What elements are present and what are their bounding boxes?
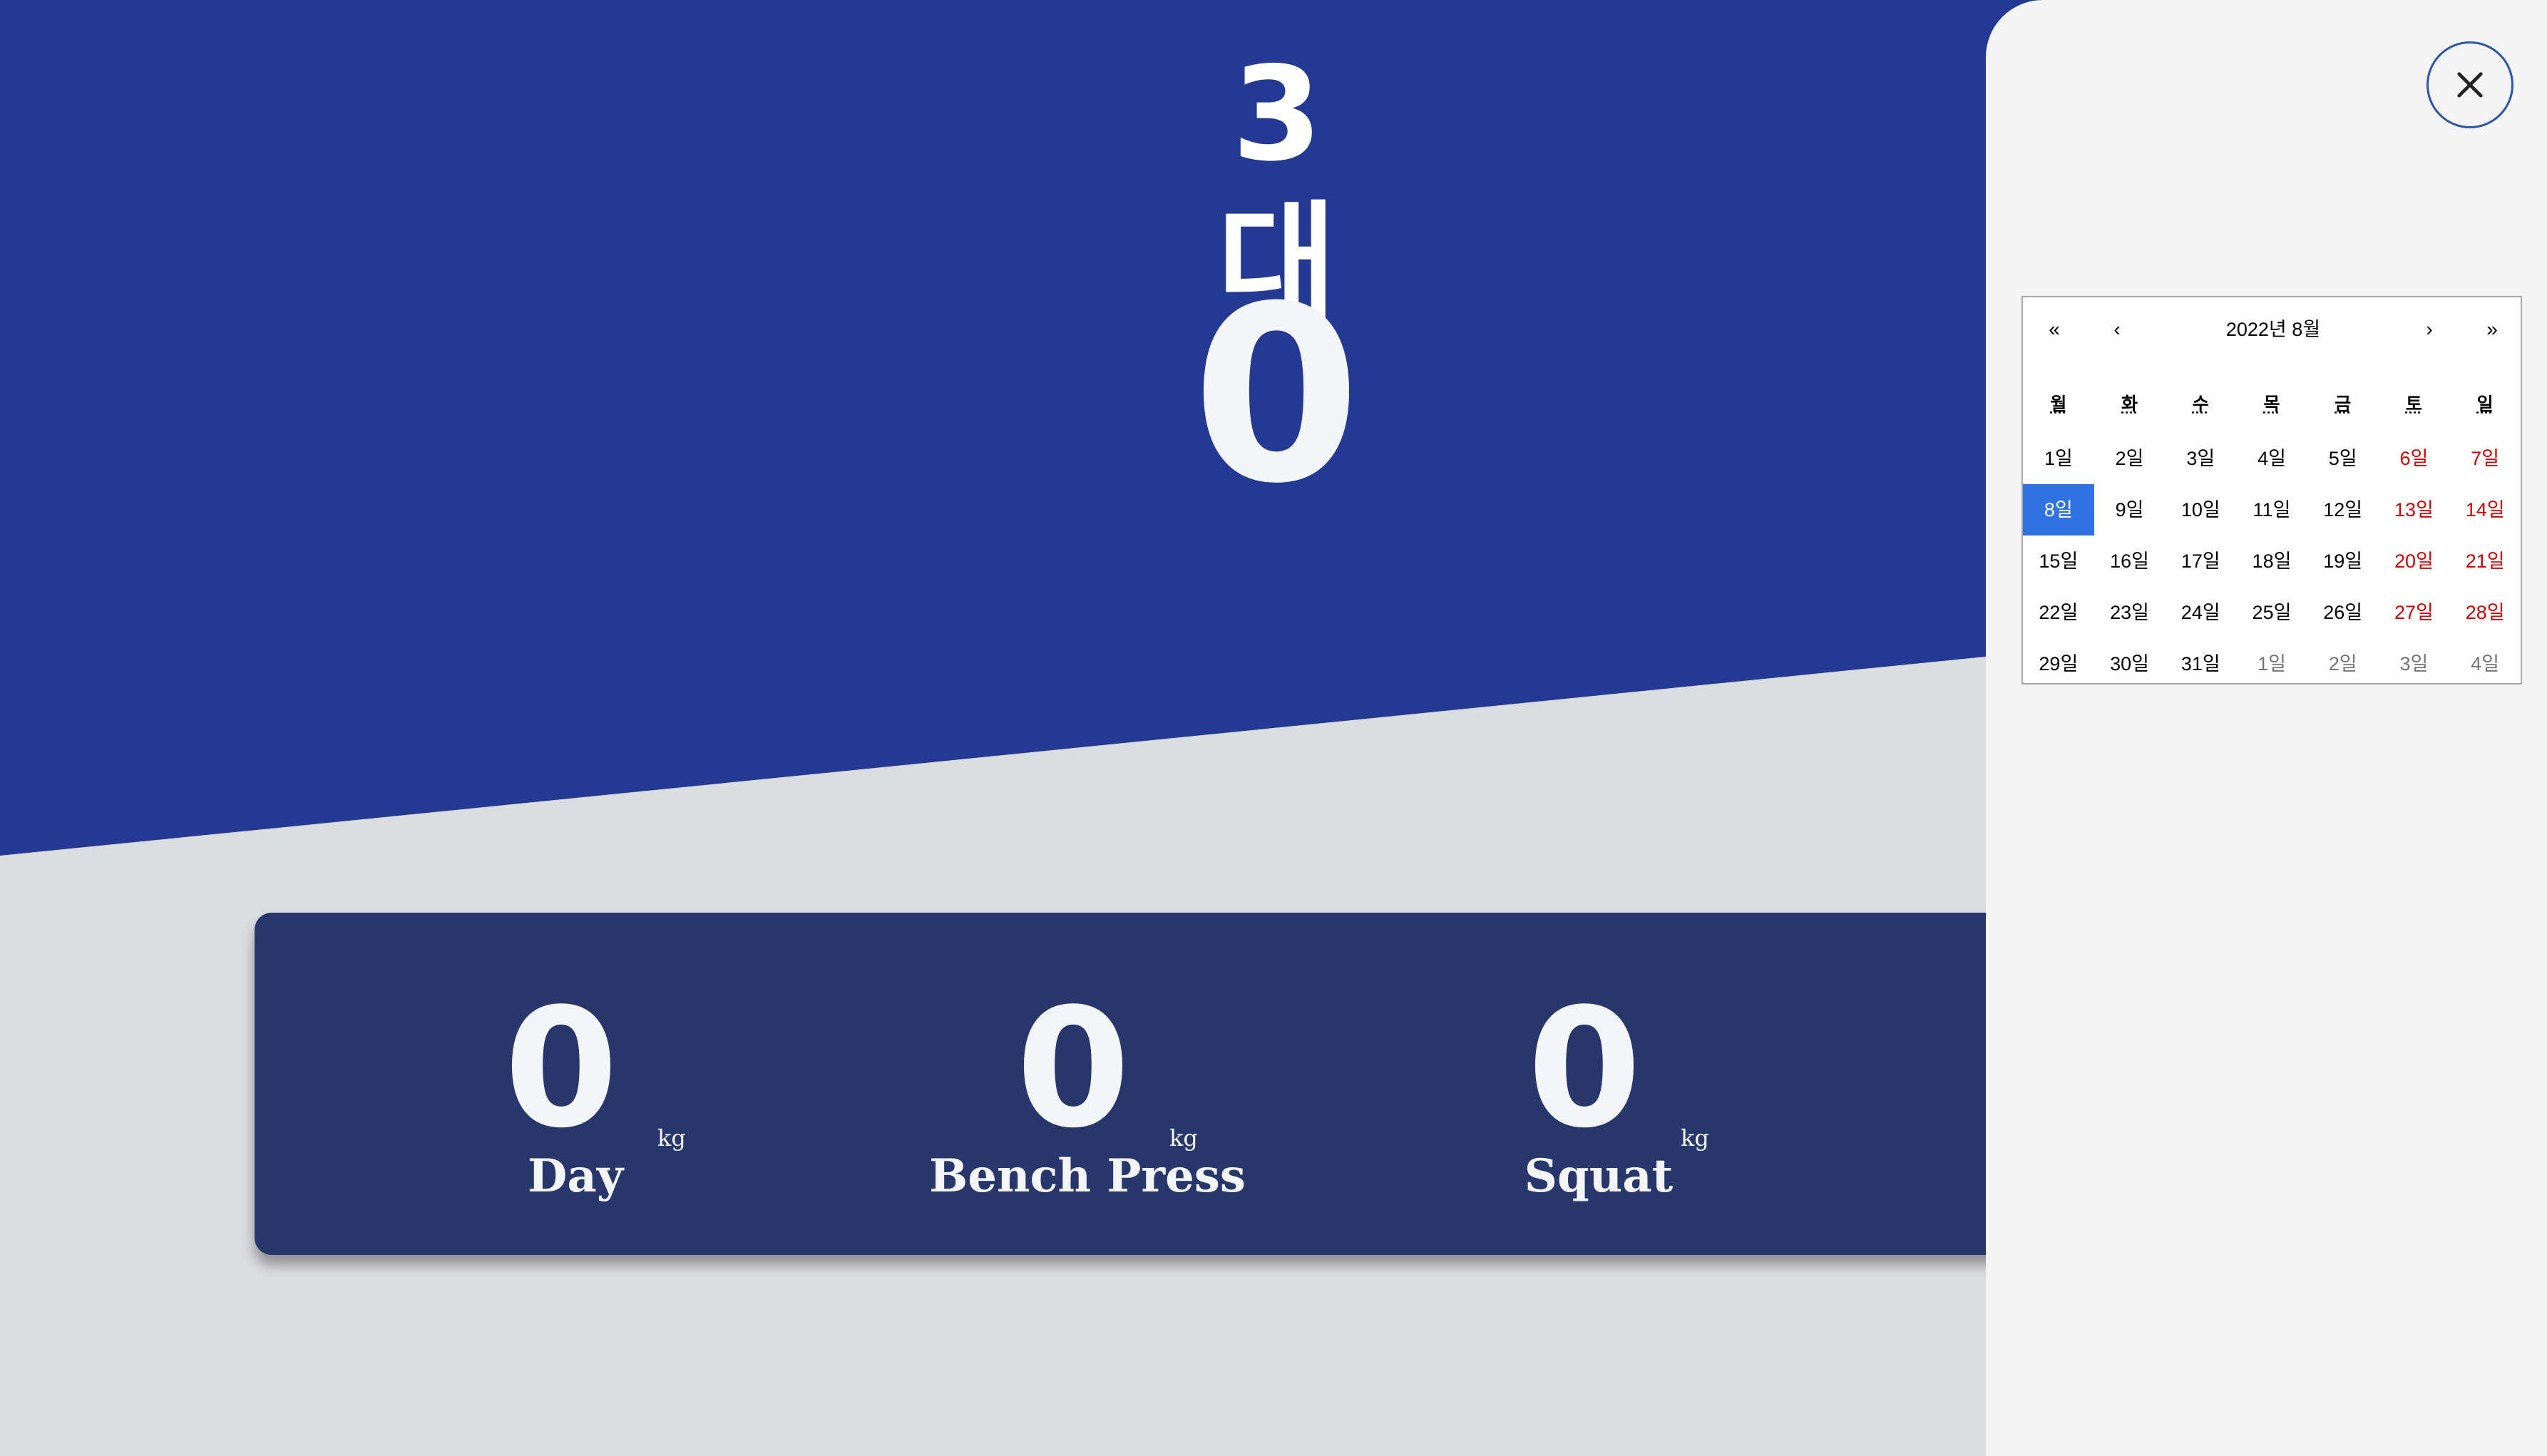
side-drawer: « ‹ 2022년 8월 › » 월 화 수 목 금 토 일 1일 2일 3일 4일 5… bbox=[1986, 0, 2547, 1456]
calendar-day[interactable]: 28일 bbox=[2449, 587, 2521, 638]
calendar-day[interactable]: 13일 bbox=[2379, 484, 2450, 535]
stat-bench-press-label: Bench Press bbox=[929, 1149, 1246, 1203]
calendar-day[interactable]: 12일 bbox=[2307, 484, 2379, 535]
total-weight: 0 bbox=[1191, 255, 1361, 537]
stat-day-value: 0 bbox=[503, 974, 619, 1164]
stat-day: 0 kg Day bbox=[362, 913, 789, 1255]
weekday-label: 월 bbox=[2050, 394, 2067, 414]
next-month-button[interactable]: › bbox=[2398, 312, 2461, 347]
calendar-day[interactable]: 11일 bbox=[2236, 484, 2307, 535]
calendar-day[interactable]: 25일 bbox=[2236, 587, 2307, 638]
calendar-day[interactable]: 24일 bbox=[2165, 587, 2236, 638]
calendar-day[interactable]: 7일 bbox=[2449, 433, 2521, 484]
next-year-button[interactable]: » bbox=[2461, 312, 2523, 347]
calendar-day[interactable]: 20일 bbox=[2379, 535, 2450, 587]
calendar-day[interactable]: 4일 bbox=[2236, 433, 2307, 484]
calendar-day[interactable]: 17일 bbox=[2165, 535, 2236, 587]
stat-bench-press: 0 kg Bench Press bbox=[873, 913, 1301, 1255]
stat-squat: 0 kg Squat bbox=[1385, 913, 1813, 1255]
calendar-day[interactable]: 15일 bbox=[2023, 535, 2094, 587]
calendar-day[interactable]: 2일 bbox=[2094, 433, 2166, 484]
calendar-day[interactable]: 10일 bbox=[2165, 484, 2236, 535]
calendar-days: 1일 2일 3일 4일 5일 6일 7일 8일 9일 10일 11일 12일 13일 14일 15일 16일 1… bbox=[2023, 433, 2521, 689]
weekday-label: 토 bbox=[2405, 394, 2422, 414]
stat-day-label: Day bbox=[527, 1149, 624, 1203]
calendar-day[interactable]: 18일 bbox=[2236, 535, 2307, 587]
calendar-day[interactable]: 9일 bbox=[2094, 484, 2166, 535]
calendar-day[interactable]: 22일 bbox=[2023, 587, 2094, 638]
calendar-day[interactable]: 3일 bbox=[2379, 638, 2450, 689]
weekday-label: 수 bbox=[2192, 394, 2209, 414]
prev-month-button[interactable]: ‹ bbox=[2086, 312, 2148, 347]
calendar-day[interactable]: 1일 bbox=[2236, 638, 2307, 689]
calendar-day[interactable]: 19일 bbox=[2307, 535, 2379, 587]
calendar-day[interactable]: 16일 bbox=[2094, 535, 2166, 587]
calendar-month-label[interactable]: 2022년 8월 bbox=[2148, 312, 2398, 347]
weekday-label: 일 bbox=[2476, 394, 2494, 414]
calendar-day[interactable]: 27일 bbox=[2379, 587, 2450, 638]
calendar-day[interactable]: 21일 bbox=[2449, 535, 2521, 587]
weekday-label: 금 bbox=[2335, 394, 2352, 414]
calendar-day[interactable]: 23일 bbox=[2094, 587, 2166, 638]
weekday-header: 월 화 수 목 금 토 일 bbox=[2023, 386, 2521, 422]
calendar-day-selected[interactable]: 8일 bbox=[2023, 484, 2094, 535]
stat-squat-label: Squat bbox=[1524, 1149, 1674, 1203]
calendar-day[interactable]: 5일 bbox=[2307, 433, 2379, 484]
stat-squat-value: 0 bbox=[1527, 974, 1642, 1164]
calendar-day[interactable]: 2일 bbox=[2307, 638, 2379, 689]
close-icon bbox=[2457, 72, 2483, 98]
calendar: « ‹ 2022년 8월 › » 월 화 수 목 금 토 일 1일 2일 3일 4일 5… bbox=[2021, 296, 2522, 685]
calendar-day[interactable]: 1일 bbox=[2023, 433, 2094, 484]
calendar-day[interactable]: 29일 bbox=[2023, 638, 2094, 689]
prev-year-button[interactable]: « bbox=[2023, 312, 2086, 347]
calendar-navigation: « ‹ 2022년 8월 › » bbox=[2023, 297, 2521, 362]
calendar-day[interactable]: 31일 bbox=[2165, 638, 2236, 689]
stat-bench-press-value: 0 bbox=[1015, 974, 1131, 1164]
close-button[interactable] bbox=[2426, 41, 2513, 128]
weekday-label: 목 bbox=[2263, 394, 2280, 414]
calendar-day[interactable]: 4일 bbox=[2449, 638, 2521, 689]
calendar-day[interactable]: 30일 bbox=[2094, 638, 2166, 689]
calendar-day[interactable]: 6일 bbox=[2379, 433, 2450, 484]
calendar-day[interactable]: 26일 bbox=[2307, 587, 2379, 638]
weekday-label: 화 bbox=[2121, 394, 2138, 414]
calendar-day[interactable]: 14일 bbox=[2449, 484, 2521, 535]
calendar-day[interactable]: 3일 bbox=[2165, 433, 2236, 484]
